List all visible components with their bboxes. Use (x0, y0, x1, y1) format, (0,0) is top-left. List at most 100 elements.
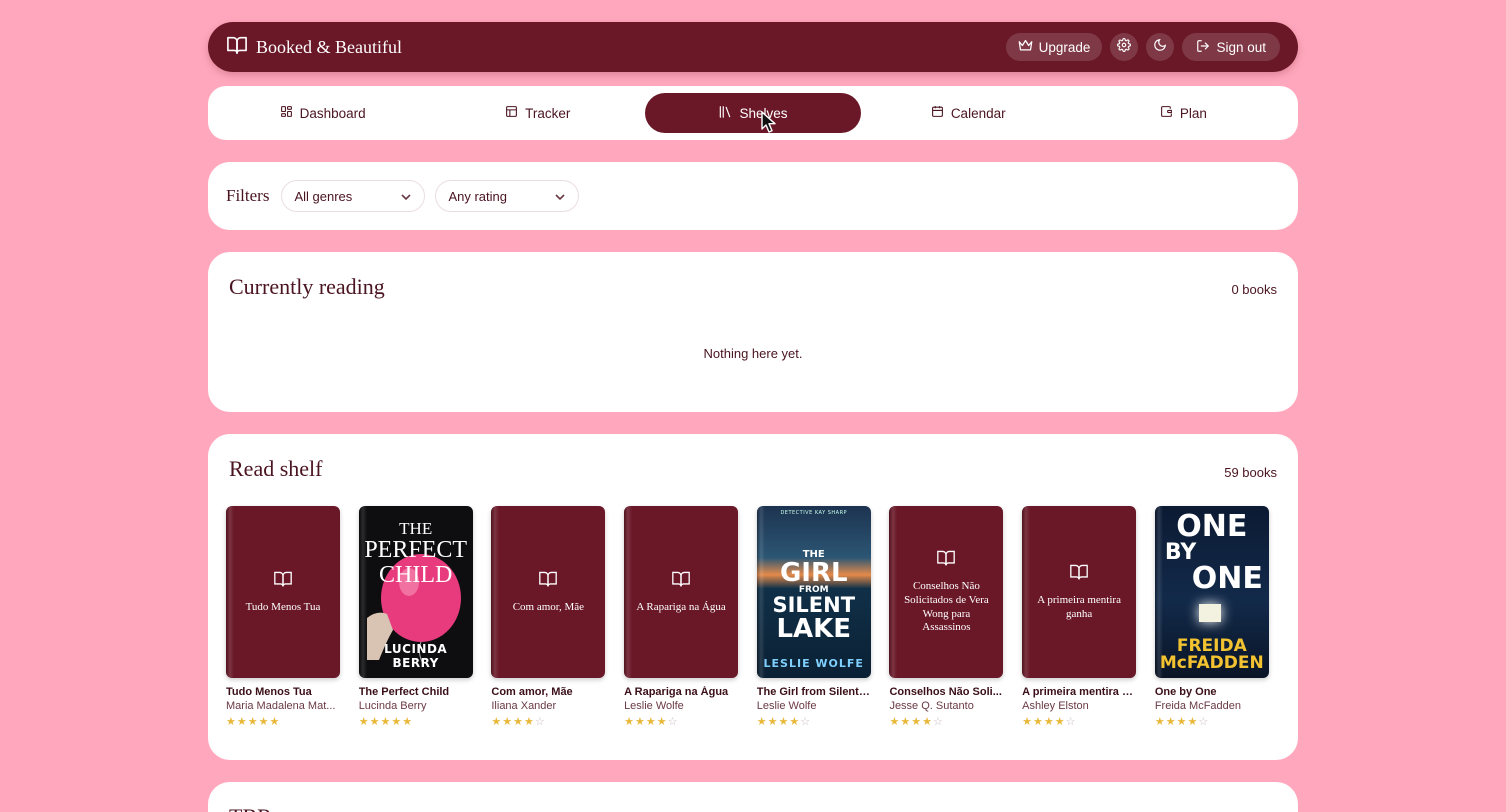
book-title: Com amor, Mãe (491, 686, 573, 698)
empty-message: Nothing here yet. (703, 346, 803, 361)
upgrade-label: Upgrade (1038, 39, 1091, 55)
book-count: 0 books (1231, 282, 1277, 297)
calendar-icon (931, 105, 944, 121)
lit-window (1198, 604, 1221, 622)
star-filled-icon: ★ (402, 716, 414, 728)
open-book-icon (1069, 563, 1089, 586)
star-rating: ★★★★☆ (624, 715, 738, 728)
book-author: Jesse Q. Sutanto (889, 700, 974, 712)
star-rating: ★★★★☆ (491, 715, 605, 728)
star-filled-icon: ★ (767, 716, 779, 728)
book-count: 59 books (1224, 465, 1277, 480)
wallet-icon (1160, 105, 1173, 121)
book-card[interactable]: DETECTIVE KAY SHARP THE GIRL FROM SILENT… (756, 506, 871, 728)
tab-dashboard[interactable]: Dashboard (215, 93, 430, 133)
book-card[interactable]: A primeira mentira ganha A primeira ment… (1022, 506, 1137, 728)
tbr-section: TBR (208, 782, 1298, 812)
mouse-cursor-icon (761, 111, 777, 138)
star-filled-icon: ★ (634, 716, 646, 728)
rating-select[interactable]: Any rating (435, 180, 580, 212)
star-empty-icon: ☆ (800, 716, 812, 728)
cover-line: CHILD (379, 562, 453, 589)
chevron-down-icon (554, 189, 566, 204)
tab-calendar[interactable]: Calendar (861, 93, 1076, 133)
star-filled-icon: ★ (513, 716, 524, 728)
currently-reading-section: Currently reading 0 books Nothing here y… (208, 252, 1298, 412)
book-card[interactable]: Tudo Menos Tua Tudo Menos Tua Maria Mada… (226, 506, 340, 728)
book-card[interactable]: Com amor, Mãe Com amor, Mãe Iliana Xande… (491, 506, 606, 728)
star-filled-icon: ★ (1022, 716, 1033, 728)
book-card[interactable]: THE PERFECT CHILD LUCINDA BERRY The Perf… (358, 506, 473, 728)
book-card[interactable]: A Rapariga na Água A Rapariga na Água Le… (624, 506, 739, 728)
open-book-icon (226, 35, 248, 60)
book-author: Maria Madalena Mat... (226, 700, 336, 712)
star-filled-icon: ★ (269, 716, 281, 728)
cover-title: Com amor, Mãe (512, 600, 585, 613)
star-rating: ★★★★★ (359, 715, 473, 728)
tab-shelves[interactable]: Shelves (645, 93, 861, 133)
gear-icon (1117, 37, 1132, 57)
book-title: A primeira mentira g... (1022, 686, 1137, 698)
star-filled-icon: ★ (778, 716, 790, 728)
star-filled-icon: ★ (900, 716, 912, 728)
book-title: A Rapariga na Água (624, 686, 729, 698)
chevron-down-icon (400, 189, 412, 204)
book-cover[interactable]: Com amor, Mãe (491, 506, 606, 678)
read-shelf-section: Read shelf 59 books Tudo Menos Tua Tudo … (208, 434, 1298, 760)
book-cover[interactable]: ONE BY ONE FREIDA McFADDEN (1154, 506, 1269, 678)
star-filled-icon: ★ (756, 716, 768, 728)
star-empty-icon: ☆ (667, 716, 679, 728)
star-rating: ★★★★☆ (1022, 715, 1136, 728)
star-filled-icon: ★ (236, 716, 248, 728)
book-cover[interactable]: THE PERFECT CHILD LUCINDA BERRY (358, 506, 473, 678)
star-filled-icon: ★ (1033, 716, 1044, 728)
star-filled-icon: ★ (889, 716, 901, 728)
tab-label: Plan (1179, 105, 1207, 121)
brand[interactable]: Booked & Beautiful (226, 35, 402, 60)
star-filled-icon: ★ (922, 716, 933, 728)
book-cover[interactable]: A Rapariga na Água (624, 506, 739, 678)
cover-line: LAKE (776, 614, 852, 644)
rating-select-value: Any rating (448, 188, 507, 204)
book-cover[interactable]: Conselhos Não Solicitados de Vera Wong p… (889, 506, 1004, 678)
genre-select[interactable]: All genres (281, 180, 426, 212)
cover-author-line: McFADDEN (1159, 653, 1264, 673)
open-book-icon (273, 570, 293, 593)
cover-line: GIRL (779, 558, 848, 588)
star-filled-icon: ★ (911, 716, 923, 728)
sign-out-button[interactable]: Sign out (1182, 33, 1280, 61)
log-out-icon (1196, 39, 1210, 56)
cover-author: LUCINDA BERRY (384, 642, 448, 670)
cover-line: SILENT (772, 593, 856, 617)
star-filled-icon: ★ (645, 716, 657, 728)
star-filled-icon: ★ (491, 716, 503, 728)
tab-label: Calendar (950, 105, 1006, 121)
book-cover[interactable]: A primeira mentira ganha (1022, 506, 1137, 678)
cover-series: DETECTIVE KAY SHARP (780, 510, 848, 516)
book-card[interactable]: Conselhos Não Solicitados de Vera Wong p… (889, 506, 1004, 728)
star-filled-icon: ★ (524, 716, 535, 728)
filters-bar: Filters All genres Any rating (208, 162, 1298, 230)
upgrade-button[interactable]: Upgrade (1005, 33, 1103, 61)
book-card[interactable]: ONE BY ONE FREIDA McFADDEN One by One Fr… (1154, 506, 1269, 728)
open-book-icon (671, 570, 691, 593)
star-filled-icon: ★ (1043, 716, 1055, 728)
library-icon (718, 105, 732, 122)
star-filled-icon: ★ (789, 716, 801, 728)
cover-author: LESLIE WOLFE (763, 657, 864, 670)
cover-title: Tudo Menos Tua (245, 600, 321, 613)
settings-button[interactable] (1110, 33, 1139, 61)
book-cover[interactable]: DETECTIVE KAY SHARP THE GIRL FROM SILENT… (756, 506, 871, 678)
star-rating: ★★★★★ (226, 715, 340, 728)
theme-toggle-button[interactable] (1146, 33, 1175, 61)
book-author: Freida McFadden (1154, 700, 1242, 712)
table-icon (505, 105, 518, 121)
tab-tracker[interactable]: Tracker (430, 93, 645, 133)
cover-line: ONE (1176, 509, 1248, 544)
book-cover[interactable]: Tudo Menos Tua (226, 506, 340, 678)
star-filled-icon: ★ (656, 716, 668, 728)
tab-plan[interactable]: Plan (1076, 93, 1291, 133)
star-filled-icon: ★ (1154, 716, 1166, 728)
star-filled-icon: ★ (369, 716, 381, 728)
tab-label: Dashboard (299, 105, 366, 121)
